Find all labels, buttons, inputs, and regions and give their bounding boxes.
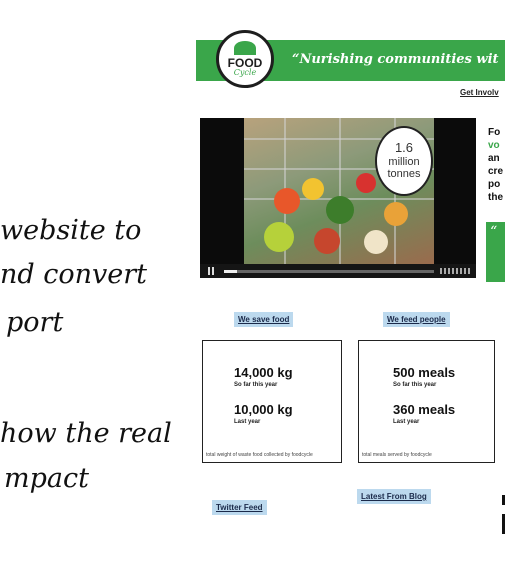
save-food-value-last-year: 10,000 kg <box>234 402 293 417</box>
intro-line-3: an <box>488 153 500 164</box>
intro-text: Fo vo an cre po the <box>488 126 503 204</box>
intro-line-2: vo <box>488 140 500 151</box>
save-food-label-last-year: Last year <box>234 419 261 425</box>
intro-line-6: the <box>488 192 503 203</box>
slide-text-line-2: nd convert <box>0 259 148 290</box>
feed-people-stats-box: 500 meals So far this year 360 meals Las… <box>358 340 495 463</box>
bubble-line-3: tonnes <box>387 168 421 181</box>
website-mockup: “Nurishing communities wit FOOD Cycle Ge… <box>196 30 505 567</box>
statistic-speech-bubble: 1.6 million tonnes <box>375 126 433 196</box>
feed-people-note: total meals served by foodcycle <box>362 452 432 458</box>
slide-text-line-3: port <box>6 307 64 338</box>
slide-text-line-4: how the real <box>0 418 172 449</box>
we-feed-people-link[interactable]: We feed people <box>383 312 450 327</box>
twitter-feed-link[interactable]: Twitter Feed <box>212 500 267 515</box>
video-scrubber[interactable] <box>224 270 434 273</box>
logo-sub-text: Cycle <box>233 67 257 77</box>
volume-icon[interactable] <box>440 268 470 274</box>
save-food-note: total weight of waste food collected by … <box>206 452 313 458</box>
feed-people-value-last-year: 360 meals <box>393 402 456 417</box>
logo-main-text: FOOD <box>227 55 263 70</box>
slide-text-line-5: mpact <box>4 463 89 494</box>
save-food-label-this-year: So far this year <box>234 382 278 388</box>
foodcycle-logo[interactable]: FOOD Cycle <box>216 30 274 88</box>
intro-line-1: Fo <box>488 127 501 138</box>
feed-people-label-this-year: So far this year <box>393 382 437 388</box>
leaf-icon <box>234 40 256 55</box>
video-player[interactable]: 1.6 million tonnes <box>200 118 476 278</box>
intro-line-4: cre <box>488 166 504 177</box>
video-controls <box>200 264 476 278</box>
latest-from-blog-link[interactable]: Latest From Blog <box>357 489 431 504</box>
intro-line-5: po <box>488 179 501 190</box>
quote-box: “ <box>486 222 505 282</box>
feed-people-label-last-year: Last year <box>393 419 420 425</box>
tagline: “Nurishing communities wit <box>292 52 499 67</box>
we-save-food-link[interactable]: We save food <box>234 312 294 327</box>
save-food-value-this-year: 14,000 kg <box>234 365 293 380</box>
save-food-stats-box: 14,000 kg So far this year 10,000 kg Las… <box>202 340 342 463</box>
nav-get-involved-link[interactable]: Get Involv <box>460 88 499 97</box>
feed-people-value-this-year: 500 meals <box>393 365 456 380</box>
bubble-number: 1.6 <box>394 139 414 155</box>
quote-mark: “ <box>490 224 498 240</box>
slide-text-line-1: website to <box>0 215 142 246</box>
pause-icon[interactable] <box>208 267 210 275</box>
bubble-line-2: million <box>388 155 420 168</box>
